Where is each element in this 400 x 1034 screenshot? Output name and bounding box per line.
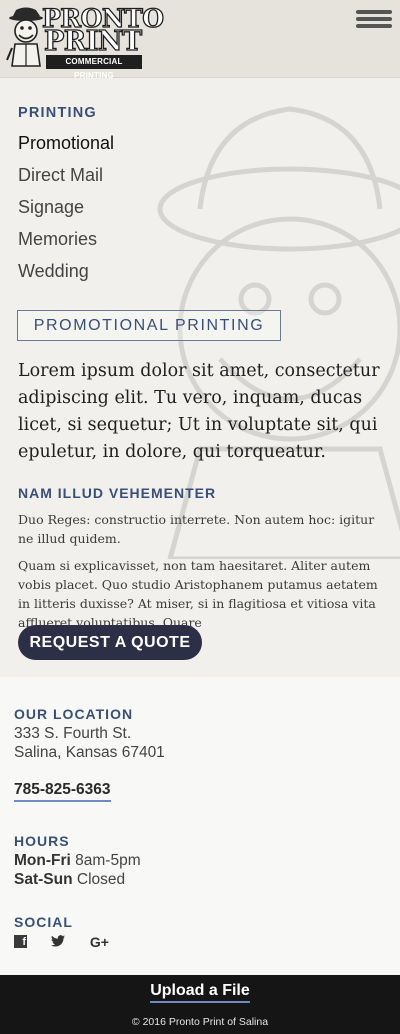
hamburger-menu-button[interactable] (356, 10, 392, 30)
google-plus-icon[interactable]: G+ (90, 934, 109, 950)
body-text: Duo Reges: constructio interrete. Non au… (18, 510, 382, 632)
body-paragraph-1: Duo Reges: constructio interrete. Non au… (18, 512, 375, 546)
hours-time: Closed (76, 871, 126, 888)
hamburger-icon-line (356, 24, 392, 28)
site-header: PRONTO PRINT COMMERCIAL PRINTING (0, 0, 400, 80)
main-content: PRINTING Promotional Direct Mail Signage… (0, 79, 400, 677)
hours-label: HOURS (14, 833, 70, 849)
upload-file-link[interactable]: Upload a File (150, 982, 250, 1003)
address-line-2: Salina, Kansas 67401 (14, 744, 165, 761)
hours-time: 8am-5pm (75, 852, 141, 869)
printing-nav: Promotional Direct Mail Signage Memories… (18, 131, 114, 291)
printing-section-label: PRINTING (18, 105, 97, 121)
logo-tagline: COMMERCIAL PRINTING (46, 55, 142, 80)
location-label: OUR LOCATION (14, 706, 134, 722)
nav-item-wedding[interactable]: Wedding (18, 259, 114, 291)
subheading: NAM ILLUD VEHEMENTER (18, 485, 217, 501)
hours-days: Sat-Sun (14, 871, 73, 888)
nav-item-memories[interactable]: Memories (18, 227, 114, 259)
bottom-bar: Upload a File © 2016 Pronto Print of Sal… (0, 975, 400, 1034)
twitter-icon[interactable] (51, 934, 66, 950)
hamburger-icon-line (356, 17, 392, 21)
nav-item-direct-mail[interactable]: Direct Mail (18, 163, 114, 195)
phone-link[interactable]: 785-825-6363 (14, 781, 111, 802)
copyright: © 2016 Pronto Print of Salina (131, 1016, 269, 1028)
hours-days: Mon-Fri (14, 852, 71, 869)
lead-paragraph: Lorem ipsum dolor sit amet, consectetur … (18, 361, 380, 462)
nav-item-promotional[interactable]: Promotional (18, 131, 114, 163)
hours-row: Sat-Sun Closed (14, 870, 125, 889)
facebook-icon[interactable]: f (14, 935, 27, 949)
hamburger-icon (356, 10, 392, 14)
body-paragraph-2: Quam si explicavisset, non tam haesitare… (18, 558, 378, 630)
request-quote-button[interactable]: REQUEST A QUOTE (18, 625, 202, 660)
hours-row: Mon-Fri 8am-5pm (14, 851, 141, 870)
social-links: f G+ (14, 933, 129, 950)
page-title: PROMOTIONAL PRINTING (17, 310, 281, 341)
pronto-print-logo[interactable]: PRONTO PRINT COMMERCIAL PRINTING (6, 3, 165, 80)
nav-item-signage[interactable]: Signage (18, 195, 114, 227)
mascot-icon (6, 7, 43, 67)
footer-info: OUR LOCATION 333 S. Fourth St. Salina, K… (0, 677, 400, 975)
address-line-1: 333 S. Fourth St. (14, 725, 132, 742)
logo-word-print: PRINT (43, 25, 142, 57)
social-label: SOCIAL (14, 914, 73, 930)
